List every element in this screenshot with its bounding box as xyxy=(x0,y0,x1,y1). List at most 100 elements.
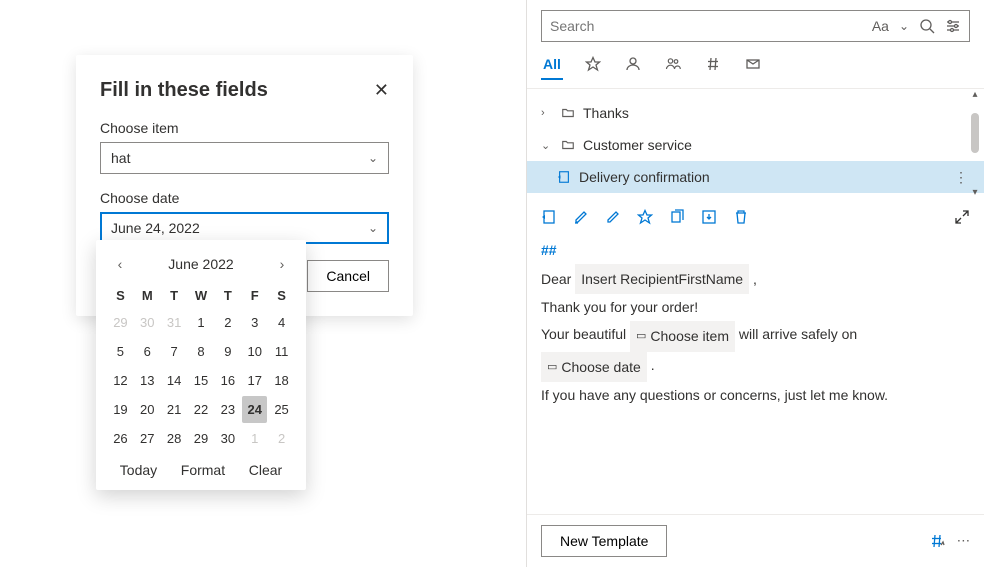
cancel-button[interactable]: Cancel xyxy=(307,260,389,292)
choose-item-value: hat xyxy=(111,150,130,166)
search-bar: Aa ⌄ xyxy=(541,10,970,42)
item-placeholder-chip[interactable]: ▭Choose item xyxy=(630,321,735,352)
next-month-icon[interactable]: › xyxy=(270,252,294,276)
calendar-day[interactable]: 3 xyxy=(242,309,267,336)
calendar-day[interactable]: 25 xyxy=(269,396,294,423)
hashtag-icon[interactable] xyxy=(703,50,723,80)
tree-label: Delivery confirmation xyxy=(579,169,710,185)
calendar-today-button[interactable]: Today xyxy=(120,462,157,478)
calendar-day-header: M xyxy=(135,284,160,307)
download-icon[interactable] xyxy=(701,209,717,225)
calendar-day[interactable]: 4 xyxy=(269,309,294,336)
calendar-day[interactable]: 28 xyxy=(162,425,187,452)
recipient-placeholder-chip[interactable]: Insert RecipientFirstName xyxy=(575,264,749,295)
search-icon[interactable] xyxy=(919,18,935,34)
calendar-day[interactable]: 19 xyxy=(108,396,133,423)
calendar-clear-button[interactable]: Clear xyxy=(249,462,282,478)
star-icon[interactable] xyxy=(583,50,603,80)
delete-icon[interactable] xyxy=(733,209,749,225)
calendar-day[interactable]: 26 xyxy=(108,425,133,452)
tab-all[interactable]: All xyxy=(541,50,563,80)
template-tree: › Thanks ⌄ Customer service Delivery con… xyxy=(527,89,984,201)
prev-month-icon[interactable]: ‹ xyxy=(108,252,132,276)
tree-label: Customer service xyxy=(583,137,692,153)
hashtag-action-icon[interactable] xyxy=(929,533,945,549)
hashtag-marker: ## xyxy=(541,237,970,264)
settings-icon[interactable] xyxy=(945,18,961,34)
folder-icon xyxy=(561,138,575,152)
calendar-day[interactable]: 1 xyxy=(242,425,267,452)
choose-date-value: June 24, 2022 xyxy=(111,220,200,236)
calendar-day[interactable]: 22 xyxy=(189,396,214,423)
calendar-day[interactable]: 24 xyxy=(242,396,267,423)
font-size-label[interactable]: Aa xyxy=(872,18,889,34)
more-icon[interactable]: ⋯ xyxy=(957,533,970,549)
chevron-down-icon[interactable]: ⌄ xyxy=(899,19,909,33)
scrollbar[interactable]: ▴ ▾ xyxy=(968,89,982,201)
new-template-button[interactable]: New Template xyxy=(541,525,667,557)
scroll-down-icon[interactable]: ▾ xyxy=(968,187,982,201)
date-picker-calendar: ‹ June 2022 › SMTWTFS2930311234567891011… xyxy=(96,240,306,490)
template-toolbar xyxy=(527,201,984,233)
scrollbar-thumb[interactable] xyxy=(971,113,979,153)
calendar-day[interactable]: 13 xyxy=(135,367,160,394)
calendar-day[interactable]: 16 xyxy=(215,367,240,394)
choose-item-label: Choose item xyxy=(100,120,389,136)
tree-folder-customer-service[interactable]: ⌄ Customer service xyxy=(527,129,984,161)
tree-item-delivery-confirmation[interactable]: Delivery confirmation ⋮ xyxy=(527,161,984,193)
footer: New Template ⋯ xyxy=(527,514,984,567)
calendar-day[interactable]: 29 xyxy=(189,425,214,452)
chevron-right-icon: › xyxy=(541,107,553,119)
template-preview: ## Dear Insert RecipientFirstName , Than… xyxy=(527,233,984,514)
body-text: will arrive safely on xyxy=(739,326,857,342)
mail-icon[interactable] xyxy=(743,50,763,80)
calendar-day[interactable]: 10 xyxy=(242,338,267,365)
calendar-day[interactable]: 11 xyxy=(269,338,294,365)
choose-item-select[interactable]: hat ⌄ xyxy=(100,142,389,174)
search-input[interactable] xyxy=(550,18,872,34)
calendar-day[interactable]: 31 xyxy=(162,309,187,336)
date-placeholder-chip[interactable]: ▭Choose date xyxy=(541,352,647,383)
body-text: Dear xyxy=(541,271,571,287)
scroll-up-icon[interactable]: ▴ xyxy=(968,89,982,103)
field-icon: ▭ xyxy=(636,326,646,347)
calendar-day-header: S xyxy=(269,284,294,307)
calendar-day[interactable]: 2 xyxy=(269,425,294,452)
calendar-day[interactable]: 30 xyxy=(135,309,160,336)
calendar-day[interactable]: 29 xyxy=(108,309,133,336)
close-icon[interactable]: ✕ xyxy=(374,80,389,101)
calendar-day[interactable]: 8 xyxy=(189,338,214,365)
calendar-day[interactable]: 12 xyxy=(108,367,133,394)
calendar-day[interactable]: 2 xyxy=(215,309,240,336)
calendar-day[interactable]: 6 xyxy=(135,338,160,365)
calendar-day[interactable]: 23 xyxy=(215,396,240,423)
calendar-day-header: S xyxy=(108,284,133,307)
calendar-format-button[interactable]: Format xyxy=(181,462,225,478)
folder-icon xyxy=(561,106,575,120)
calendar-day[interactable]: 9 xyxy=(215,338,240,365)
calendar-day[interactable]: 14 xyxy=(162,367,187,394)
calendar-day[interactable]: 27 xyxy=(135,425,160,452)
calendar-day[interactable]: 20 xyxy=(135,396,160,423)
chevron-down-icon: ⌄ xyxy=(368,151,378,165)
calendar-day[interactable]: 21 xyxy=(162,396,187,423)
copy-icon[interactable] xyxy=(669,209,685,225)
calendar-day-header: T xyxy=(215,284,240,307)
person-icon[interactable] xyxy=(623,50,643,80)
favorite-star-icon[interactable] xyxy=(637,209,653,225)
calendar-day[interactable]: 1 xyxy=(189,309,214,336)
calendar-day[interactable]: 18 xyxy=(269,367,294,394)
tree-folder-thanks[interactable]: › Thanks xyxy=(527,97,984,129)
people-icon[interactable] xyxy=(663,50,683,80)
field-icon: ▭ xyxy=(547,357,557,378)
pencil-icon[interactable] xyxy=(605,209,621,225)
expand-icon[interactable] xyxy=(954,209,970,225)
calendar-day[interactable]: 15 xyxy=(189,367,214,394)
calendar-day[interactable]: 17 xyxy=(242,367,267,394)
calendar-day[interactable]: 30 xyxy=(215,425,240,452)
calendar-day-header: W xyxy=(189,284,214,307)
edit-pen-icon[interactable] xyxy=(573,209,589,225)
insert-icon[interactable] xyxy=(541,209,557,225)
calendar-day[interactable]: 7 xyxy=(162,338,187,365)
calendar-day[interactable]: 5 xyxy=(108,338,133,365)
